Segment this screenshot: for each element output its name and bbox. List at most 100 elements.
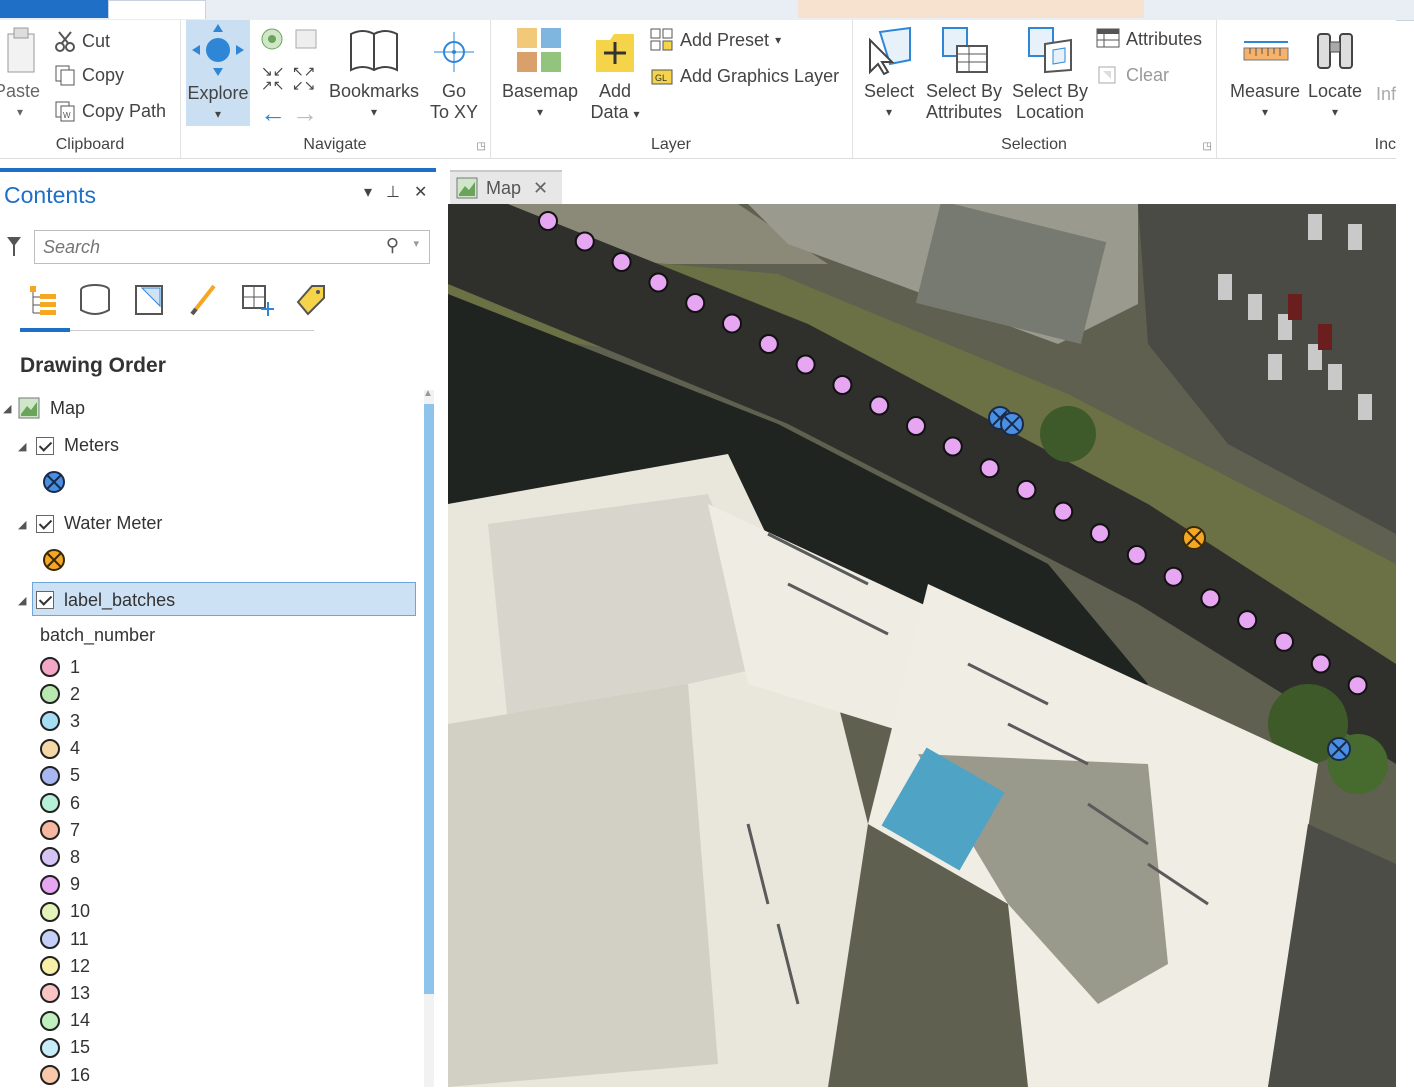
map-expand-icon[interactable]: ◢ <box>3 402 11 415</box>
search-dropdown-icon[interactable]: ▾ <box>413 237 419 250</box>
batch-label: 15 <box>70 1037 91 1058</box>
batch-point[interactable] <box>648 272 669 293</box>
batch-point[interactable] <box>1053 501 1074 522</box>
batch-swatch-icon <box>40 874 60 895</box>
batch-point[interactable] <box>538 211 558 231</box>
legend-item: 15 <box>40 1035 90 1061</box>
batch-point[interactable] <box>1016 479 1037 500</box>
inquiry-group: Measure ▾ Locate ▾ Inf Inc <box>1216 20 1396 158</box>
locate-dropdown-icon: ▾ <box>1331 105 1339 119</box>
search-box[interactable]: ⚲ ▾ <box>34 230 430 264</box>
close-map-tab-icon[interactable]: ✕ <box>533 178 548 199</box>
batch-point[interactable] <box>611 252 632 272</box>
list-by-data-source-icon[interactable] <box>78 280 112 320</box>
layer-meters[interactable]: Meters <box>64 435 119 456</box>
map-view[interactable] <box>448 204 1396 1087</box>
attributes-button[interactable]: Attributes <box>1096 28 1202 50</box>
meters-expand-icon[interactable]: ◢ <box>18 440 26 453</box>
legend-item: 2 <box>40 681 80 707</box>
tab-appearance-group[interactable] <box>798 0 1144 18</box>
layer-label-batches[interactable]: label_batches <box>64 590 175 611</box>
list-by-selection-icon[interactable] <box>132 280 166 320</box>
ruler-icon <box>1243 41 1289 61</box>
batch-point[interactable] <box>685 293 706 313</box>
batch-point[interactable] <box>979 458 1000 479</box>
select-button[interactable]: Select ▾ <box>860 26 918 123</box>
legend-item: 9 <box>40 872 80 898</box>
batch-point[interactable] <box>1163 566 1184 587</box>
batch-swatch-icon <box>40 684 60 705</box>
batch-point[interactable] <box>1090 523 1110 544</box>
batch-point[interactable] <box>758 334 779 354</box>
navigate-launcher-icon[interactable]: ◳ <box>477 141 486 152</box>
add-graphics-layer-button[interactable]: GL Add Graphics Layer <box>650 64 839 88</box>
layer-water-meter[interactable]: Water Meter <box>64 513 162 534</box>
water-meter-visibility-checkbox[interactable] <box>36 515 54 533</box>
batch-point[interactable] <box>832 375 853 395</box>
basemap-icon <box>517 28 561 72</box>
legend-item: 11 <box>40 926 89 952</box>
label-batches-expand-icon[interactable]: ◢ <box>18 594 26 607</box>
meters-visibility-checkbox[interactable] <box>36 437 54 455</box>
pane-options-icon[interactable]: ▾ <box>364 182 372 202</box>
navigate-group-label: Navigate <box>303 136 367 153</box>
select-by-attributes-icon <box>942 27 988 73</box>
clear-selection-button[interactable]: Clear <box>1096 64 1169 86</box>
tab-project[interactable] <box>0 0 116 18</box>
go-to-xy-button[interactable]: Go To XY <box>428 30 480 123</box>
bookmarks-dropdown-icon: ▾ <box>370 105 378 119</box>
map-node[interactable]: Map <box>50 398 85 419</box>
batch-label: 12 <box>70 955 91 976</box>
selection-launcher-icon[interactable]: ◳ <box>1203 141 1212 152</box>
batch-point[interactable] <box>1126 545 1147 565</box>
batch-label: 3 <box>70 710 81 731</box>
pin-icon[interactable]: ⊥ <box>386 182 400 202</box>
close-icon[interactable]: ✕ <box>414 182 427 202</box>
select-by-location-button[interactable]: Select By Location <box>1008 26 1092 123</box>
label-batches-visibility-checkbox[interactable] <box>36 591 54 609</box>
water-meter-symbol-icon <box>43 549 65 571</box>
batch-point[interactable] <box>574 231 595 252</box>
svg-text:W: W <box>63 111 71 120</box>
select-by-attributes-button[interactable]: Select By Attributes <box>922 26 1006 123</box>
measure-button[interactable]: Measure ▾ <box>1228 26 1302 123</box>
scroll-up-arrow-icon[interactable]: ▲ <box>423 388 433 399</box>
batch-point[interactable] <box>1237 610 1258 631</box>
water-meter-expand-icon[interactable]: ◢ <box>18 518 26 531</box>
search-input[interactable] <box>41 231 365 263</box>
add-data-button[interactable]: Add Data ▾ <box>584 26 646 125</box>
batch-point[interactable] <box>1310 653 1331 674</box>
batch-swatch-icon <box>40 820 60 841</box>
batch-point[interactable] <box>942 436 963 457</box>
add-preset-button[interactable]: Add Preset ▾ <box>650 28 781 52</box>
water-meter-symbol[interactable] <box>1182 526 1206 550</box>
infographics-button[interactable]: Inf <box>1376 84 1396 105</box>
bookmarks-button[interactable]: Bookmarks ▾ <box>326 26 422 123</box>
cut-button[interactable]: Cut <box>54 30 110 52</box>
search-icon[interactable]: ⚲ <box>386 235 399 256</box>
batch-point[interactable] <box>869 395 890 416</box>
batch-point[interactable] <box>795 354 816 375</box>
batch-point[interactable] <box>906 416 926 436</box>
list-by-labeling-icon[interactable] <box>294 280 328 320</box>
explore-button[interactable]: Explore ▾ <box>186 20 250 126</box>
copy-button[interactable]: Copy <box>54 64 124 86</box>
tab-map[interactable] <box>108 0 206 19</box>
list-by-editing-icon[interactable] <box>186 280 220 320</box>
filter-icon[interactable] <box>6 236 22 258</box>
basemap-button[interactable]: Basemap ▾ <box>498 26 582 123</box>
list-by-drawing-order-icon[interactable] <box>24 280 58 320</box>
batch-point[interactable] <box>1274 631 1294 652</box>
contents-scrollbar-thumb[interactable] <box>424 404 434 994</box>
tab-map-view[interactable]: Map ✕ <box>450 170 562 204</box>
batch-point[interactable] <box>1347 675 1368 696</box>
contents-pane: Contents ▾ ⊥ ✕ ⚲ ▾ Drawing Order ◢ Map ◢… <box>0 168 440 1087</box>
list-by-snapping-icon[interactable] <box>240 280 274 320</box>
copy-path-button[interactable]: W Copy Path <box>54 100 166 122</box>
select-by-location-icon <box>1028 27 1072 74</box>
batch-point[interactable] <box>722 313 742 334</box>
locate-button[interactable]: Locate ▾ <box>1304 26 1366 123</box>
batch-point[interactable] <box>1200 588 1221 609</box>
batch-swatch-icon <box>40 956 60 977</box>
paste-button[interactable]: Paste ▾ <box>0 26 40 123</box>
